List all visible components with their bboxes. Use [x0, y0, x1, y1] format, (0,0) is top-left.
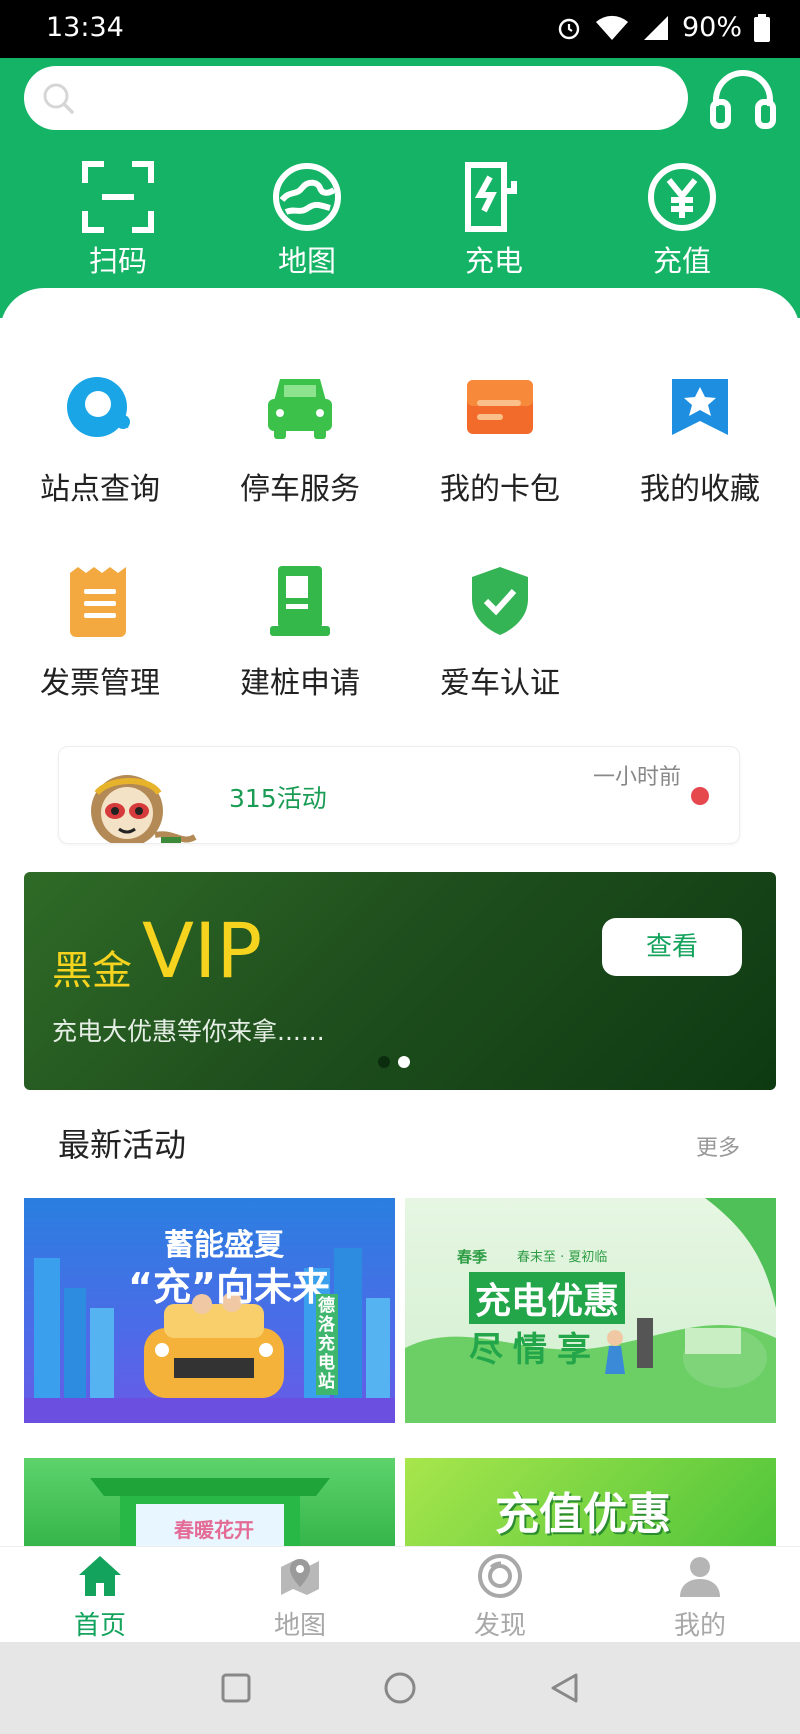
view-button[interactable]: 查看 — [602, 918, 742, 976]
tab-label: 我的 — [673, 1611, 726, 1641]
promo-subtag: 春末至 · 夏初临 — [517, 1250, 608, 1265]
yen-icon — [648, 163, 716, 231]
more-link[interactable]: 更多 — [696, 1130, 740, 1162]
notice-time: 一小时前 — [592, 765, 681, 790]
vip-banner[interactable]: 黑金 VIP 充电大优惠等你来拿...... 查看 — [24, 872, 776, 1090]
promo-line1: 充值优惠 — [495, 1489, 671, 1540]
carousel-dot-active — [398, 1056, 410, 1068]
system-nav-bar — [0, 1642, 800, 1734]
recents-icon[interactable] — [220, 1672, 252, 1704]
carousel-dots — [378, 1056, 410, 1068]
service-pile-application[interactable]: 建桩申请 — [200, 558, 400, 702]
station-search-icon — [67, 377, 130, 437]
promo-spring[interactable]: 春季 春末至 · 夏初临 充电优惠 尽情享 — [405, 1198, 776, 1423]
car-icon — [268, 379, 332, 439]
scan-label: 扫码 — [88, 244, 147, 278]
signal-icon — [643, 15, 668, 40]
user-icon — [680, 1557, 720, 1597]
invoice-icon — [70, 567, 126, 637]
search-input[interactable] — [24, 66, 688, 130]
tab-label: 发现 — [473, 1611, 526, 1641]
discover-icon — [478, 1554, 522, 1598]
vip-subtitle: 充电大优惠等你来拿...... — [52, 1017, 325, 1046]
scan-button[interactable]: 扫码 — [58, 158, 178, 280]
tab-home[interactable]: 首页 — [0, 1553, 200, 1642]
home-icon — [79, 1556, 121, 1596]
service-favorites[interactable]: 我的收藏 — [600, 364, 800, 508]
promo-tag: 春季 — [457, 1248, 488, 1266]
service-label: 停车服务 — [240, 472, 360, 507]
promo-line1: 春暖花开 — [174, 1518, 254, 1542]
bottom-tab-bar: 首页 地图 发现 我的 — [0, 1546, 800, 1642]
notice-title: 315活动 — [229, 784, 327, 813]
carousel-dot — [378, 1056, 390, 1068]
search-icon — [43, 83, 74, 114]
service-car-verify[interactable]: 爱车认证 — [400, 558, 600, 702]
service-label: 发票管理 — [40, 666, 160, 701]
vip-title: VIP — [142, 906, 263, 995]
wifi-icon — [595, 15, 628, 40]
tab-label: 地图 — [273, 1611, 326, 1641]
status-time: 13:34 — [46, 12, 124, 43]
map-pin-icon — [281, 1559, 319, 1595]
card-icon — [467, 380, 533, 434]
vip-prefix: 黑金 — [52, 948, 132, 994]
promo-line2: “充”向未来 — [128, 1265, 330, 1309]
alarm-icon — [558, 18, 580, 39]
battery-icon — [754, 13, 770, 42]
home-nav-icon[interactable] — [383, 1671, 417, 1705]
promo-summer[interactable]: 蓄能盛夏 “充”向未来 德洛充电站 — [24, 1198, 395, 1423]
map-label: 地图 — [277, 244, 336, 278]
charging-pile-icon — [270, 566, 330, 636]
topup-button[interactable]: 充值 — [622, 158, 742, 280]
activity-notice[interactable]: 315活动 一小时前 — [58, 746, 740, 844]
service-parking[interactable]: 停车服务 — [200, 364, 400, 508]
section-title: 最新活动 — [58, 1126, 187, 1164]
service-label: 建桩申请 — [240, 666, 360, 701]
charge-label: 充电 — [464, 244, 523, 278]
quick-actions: 扫码 地图 充电 充值 — [0, 158, 800, 278]
charge-button[interactable]: 充电 — [434, 158, 554, 280]
map-icon — [273, 163, 341, 231]
shield-check-icon — [472, 567, 528, 635]
service-label: 我的收藏 — [640, 472, 760, 507]
unread-dot — [691, 787, 709, 805]
promo-topup[interactable]: 充值优惠 — [405, 1458, 776, 1546]
promo-side: 德洛充电站 — [316, 1294, 338, 1395]
service-invoice[interactable]: 发票管理 — [0, 558, 200, 702]
promo-blossom[interactable]: 春暖花开 — [24, 1458, 395, 1546]
back-icon[interactable] — [548, 1671, 582, 1705]
service-card-wallet[interactable]: 我的卡包 — [400, 364, 600, 508]
customer-service-icon[interactable] — [710, 70, 776, 130]
service-label: 我的卡包 — [440, 472, 560, 507]
status-bar: 13:34 90% — [0, 0, 800, 58]
service-station-search[interactable]: 站点查询 — [0, 364, 200, 508]
charge-icon — [465, 162, 517, 232]
scan-icon — [82, 161, 154, 233]
map-button[interactable]: 地图 — [247, 158, 367, 280]
tab-discover[interactable]: 发现 — [400, 1553, 600, 1642]
battery-percent: 90% — [681, 12, 742, 43]
topup-label: 充值 — [652, 244, 711, 278]
service-label: 爱车认证 — [440, 666, 560, 701]
promo-line1: 充电优惠 — [469, 1272, 626, 1324]
service-label: 站点查询 — [40, 472, 160, 507]
tab-map[interactable]: 地图 — [200, 1553, 400, 1642]
star-bookmark-icon — [672, 379, 728, 435]
monkey-mascot-icon — [91, 775, 197, 843]
promo-line2: 尽情享 — [469, 1330, 601, 1370]
tab-mine[interactable]: 我的 — [600, 1553, 800, 1642]
tab-label: 首页 — [73, 1611, 126, 1641]
